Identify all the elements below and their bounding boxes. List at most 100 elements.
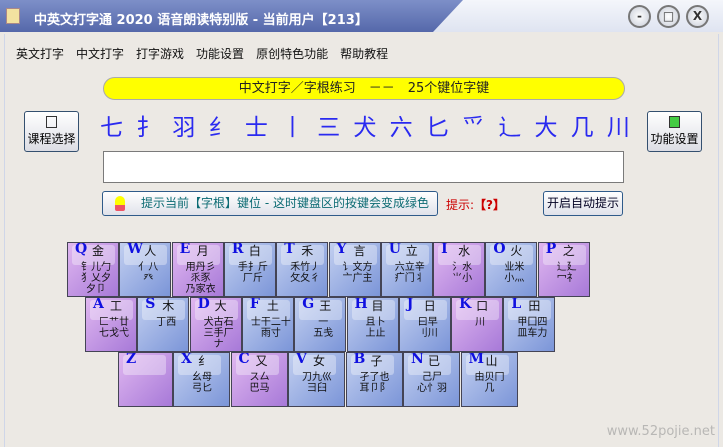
key-sub-radicals: ス厶 巴马 bbox=[249, 372, 270, 394]
key-sub-radicals: 用丹彡 乑豕 乃家衣 bbox=[185, 262, 216, 295]
key-main-radical: 白 bbox=[248, 244, 261, 258]
key-l[interactable]: L 田甲囗四 皿车力 bbox=[503, 297, 556, 352]
key-letter: H bbox=[354, 297, 368, 312]
key-sub-radicals: 刀九巛 彐臼 bbox=[302, 372, 332, 394]
radical-char: 七 bbox=[100, 115, 123, 141]
key-main-radical: 月 bbox=[196, 244, 209, 258]
key-main-radical: 工 bbox=[110, 299, 123, 313]
menu-typing-games[interactable]: 打字游戏 bbox=[136, 45, 184, 62]
key-letter: F bbox=[249, 297, 260, 312]
key-main-radical: 言 bbox=[353, 244, 366, 258]
key-y[interactable]: Y 言讠文方 亠广主 bbox=[328, 242, 381, 297]
key-letter: X bbox=[181, 352, 192, 367]
hint-value: 【?】 bbox=[474, 198, 506, 212]
key-n[interactable]: N 已己尸 心忄羽 bbox=[403, 352, 460, 407]
key-q[interactable]: Q 金钅儿勹 犭乂夕 夕卩 bbox=[67, 242, 119, 297]
key-main-radical: 水 bbox=[458, 244, 471, 258]
menu-settings[interactable]: 功能设置 bbox=[196, 45, 244, 62]
key-main-radical: 又 bbox=[255, 354, 268, 368]
menu-chinese-typing[interactable]: 中文打字 bbox=[76, 45, 124, 62]
key-e[interactable]: E 月用丹彡 乑豕 乃家衣 bbox=[171, 242, 224, 297]
key-letter: Y bbox=[336, 242, 347, 257]
key-t[interactable]: T 禾禾竹丿 攵夂彳 bbox=[276, 242, 329, 297]
key-z[interactable]: Z bbox=[118, 352, 173, 407]
key-main-radical: 山 bbox=[485, 354, 498, 368]
key-main-radical: 大 bbox=[214, 299, 227, 313]
key-sub-radicals: 辶廴 冖礻 bbox=[556, 262, 577, 284]
key-b[interactable]: B 子孑了也 耳卩阝 bbox=[345, 352, 403, 407]
show-hint-button[interactable]: 提示当前【字根】键位 - 这时键盘区的按键会变成绿色 bbox=[102, 191, 438, 216]
key-sub-radicals: 氵水 ⺌小 bbox=[452, 262, 473, 284]
key-sub-radicals: 由贝冂 几 bbox=[474, 372, 505, 394]
settings-button[interactable]: 功能设置 bbox=[647, 111, 702, 152]
key-main-radical: 日 bbox=[423, 299, 436, 313]
radical-char: 犬 bbox=[353, 115, 377, 141]
key-k[interactable]: K口川 bbox=[451, 297, 504, 352]
key-letter: M bbox=[468, 352, 485, 367]
key-r[interactable]: R 白手扌斤 厂斤 bbox=[223, 242, 276, 297]
menu-features[interactable]: 原创特色功能 bbox=[256, 45, 328, 62]
key-letter: N bbox=[411, 352, 424, 367]
key-main-radical: 火 bbox=[510, 244, 523, 258]
key-letter: T bbox=[284, 242, 295, 257]
menu-help[interactable]: 帮助教程 bbox=[340, 45, 388, 62]
key-sub-radicals: 钅儿勹 犭乂夕 夕卩 bbox=[81, 262, 111, 295]
menu-english-typing[interactable]: 英文打字 bbox=[16, 45, 64, 62]
key-x[interactable]: X 纟幺母 弓匕 bbox=[173, 352, 230, 407]
minimize-button[interactable]: - bbox=[628, 5, 651, 28]
key-main-radical: 土 bbox=[266, 299, 279, 313]
key-sub-radicals: 一 五戋 bbox=[313, 317, 334, 339]
key-m[interactable]: M 山由贝冂 几 bbox=[460, 352, 518, 407]
course-select-button[interactable]: 课程选择 bbox=[24, 111, 79, 152]
key-main-radical: 禾 bbox=[301, 244, 314, 258]
key-j[interactable]: J 日曰早 刂川 bbox=[398, 297, 451, 352]
radical-char: 丨 bbox=[281, 115, 305, 141]
key-letter: S bbox=[145, 297, 156, 312]
key-h[interactable]: H 目且卜 上止 bbox=[346, 297, 399, 352]
radical-char: 大 bbox=[534, 115, 558, 141]
key-letter: Z bbox=[126, 352, 137, 367]
key-sub-radicals: 匚艹廿 七戈弋 bbox=[99, 317, 129, 339]
maximize-button[interactable]: □ bbox=[657, 5, 680, 28]
auto-hint-button[interactable]: 开启自动提示 bbox=[543, 191, 623, 216]
typing-input[interactable] bbox=[103, 151, 624, 183]
key-sub-radicals: 丁西 bbox=[156, 317, 177, 328]
key-p[interactable]: P 之辶廴 冖礻 bbox=[537, 242, 590, 297]
key-main-radical: 金 bbox=[92, 244, 105, 258]
key-main-radical: 田 bbox=[528, 299, 541, 313]
key-d[interactable]: D 大犬古石 三手厂 ナ bbox=[189, 297, 242, 352]
key-sub-radicals: 讠文方 亠广主 bbox=[342, 262, 373, 284]
key-letter: A bbox=[93, 297, 104, 312]
key-a[interactable]: A 工匚艹廿 七戈弋 bbox=[85, 297, 137, 352]
key-u[interactable]: U 立六立辛 疒门丬 bbox=[380, 242, 433, 297]
key-sub-radicals: 己尸 心忄羽 bbox=[417, 372, 447, 394]
key-v[interactable]: V 女刀九巛 彐臼 bbox=[288, 352, 345, 407]
key-o[interactable]: O 火业米 小灬 bbox=[485, 242, 538, 297]
radical-char: 纟 bbox=[208, 115, 232, 141]
radical-sequence: 七扌羽纟士丨三犬六匕爫辶大几川 bbox=[100, 108, 630, 142]
close-button[interactable]: X bbox=[686, 5, 709, 28]
key-letter: P bbox=[545, 242, 557, 257]
key-w[interactable]: W 人亻八 癶 bbox=[119, 242, 172, 297]
course-select-label: 课程选择 bbox=[27, 132, 76, 146]
key-f[interactable]: F 土士干二十 雨寸 bbox=[241, 297, 294, 352]
radical-char: 三 bbox=[317, 115, 341, 141]
key-g[interactable]: G王一 五戋 bbox=[294, 297, 347, 352]
show-hint-label: 提示当前【字根】键位 - 这时键盘区的按键会变成绿色 bbox=[141, 196, 429, 210]
key-sub-radicals: 亻八 癶 bbox=[138, 262, 159, 284]
hint-label: 提示: bbox=[446, 198, 475, 212]
key-letter: E bbox=[179, 242, 191, 257]
chart-icon bbox=[669, 116, 680, 128]
key-c[interactable]: C 又ス厶 巴马 bbox=[230, 352, 288, 407]
lightbulb-icon bbox=[115, 196, 125, 211]
key-sub-radicals: 士干二十 雨寸 bbox=[250, 317, 291, 339]
key-main-radical: 人 bbox=[144, 244, 157, 258]
key-main-radical: 立 bbox=[405, 244, 418, 258]
key-main-radical: 纟 bbox=[198, 354, 211, 368]
key-i[interactable]: I 水氵水 ⺌小 bbox=[433, 242, 486, 297]
radical-char: 士 bbox=[244, 115, 268, 141]
key-sub-radicals: 且卜 上止 bbox=[365, 317, 386, 339]
window-title: 中英文打字通 2020 语音朗读特别版 - 当前用户【213】 bbox=[34, 13, 368, 28]
key-s[interactable]: S 木丁西 bbox=[137, 297, 190, 352]
key-sub-radicals: 禾竹丿 攵夂彳 bbox=[290, 262, 321, 284]
